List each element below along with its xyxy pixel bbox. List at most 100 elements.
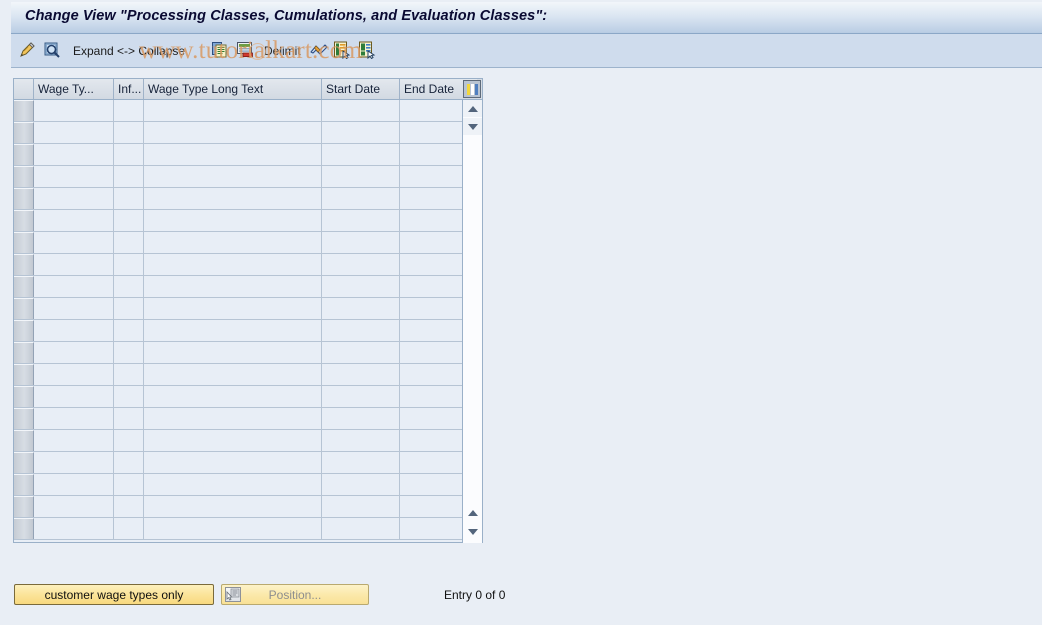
table-cell-wage_type[interactable] <box>34 496 114 517</box>
display-mode-button[interactable] <box>43 41 61 61</box>
table-vertical-scrollbar[interactable] <box>462 100 482 543</box>
table-cell-long_text[interactable] <box>144 254 322 275</box>
table-cell-long_text[interactable] <box>144 364 322 385</box>
table-cell-start_date[interactable] <box>322 474 400 495</box>
table-row[interactable] <box>14 298 482 320</box>
table-row[interactable] <box>14 100 482 122</box>
table-cell-long_text[interactable] <box>144 166 322 187</box>
scroll-up-button[interactable] <box>463 100 482 117</box>
table-cell-long_text[interactable] <box>144 430 322 451</box>
row-selector-cell[interactable] <box>14 496 34 517</box>
table-cell-wage_type[interactable] <box>34 320 114 341</box>
table-cell-inf[interactable] <box>114 474 144 495</box>
table-cell-wage_type[interactable] <box>34 144 114 165</box>
table-cell-wage_type[interactable] <box>34 276 114 297</box>
table-cell-long_text[interactable] <box>144 386 322 407</box>
table-cell-wage_type[interactable] <box>34 364 114 385</box>
table-row[interactable] <box>14 364 482 386</box>
table-cell-start_date[interactable] <box>322 100 400 121</box>
row-selector-cell[interactable] <box>14 452 34 473</box>
row-selector-cell[interactable] <box>14 144 34 165</box>
table-cell-inf[interactable] <box>114 430 144 451</box>
table-cell-inf[interactable] <box>114 210 144 231</box>
table-row[interactable] <box>14 408 482 430</box>
table-row[interactable] <box>14 166 482 188</box>
row-selector-cell[interactable] <box>14 408 34 429</box>
table-cell-long_text[interactable] <box>144 276 322 297</box>
table-row[interactable] <box>14 276 482 298</box>
table-cell-start_date[interactable] <box>322 386 400 407</box>
table-cell-inf[interactable] <box>114 320 144 341</box>
table-cell-long_text[interactable] <box>144 320 322 341</box>
table-row[interactable] <box>14 452 482 474</box>
table-cell-wage_type[interactable] <box>34 408 114 429</box>
table-cell-inf[interactable] <box>114 452 144 473</box>
table-cell-wage_type[interactable] <box>34 254 114 275</box>
table-cell-inf[interactable] <box>114 386 144 407</box>
table-cell-long_text[interactable] <box>144 518 322 539</box>
table-row[interactable] <box>14 386 482 408</box>
table-cell-start_date[interactable] <box>322 430 400 451</box>
table-cell-wage_type[interactable] <box>34 342 114 363</box>
row-selector-cell[interactable] <box>14 518 34 539</box>
table-cell-start_date[interactable] <box>322 210 400 231</box>
scroll-down-button[interactable] <box>463 118 482 135</box>
table-cell-inf[interactable] <box>114 364 144 385</box>
page-up-button[interactable] <box>463 504 482 521</box>
table-cell-inf[interactable] <box>114 144 144 165</box>
table-cell-wage_type[interactable] <box>34 100 114 121</box>
change-display-toggle-button[interactable] <box>18 41 36 61</box>
expand-collapse-button[interactable]: Expand <-> Collapse <box>73 41 185 61</box>
table-cell-long_text[interactable] <box>144 232 322 253</box>
row-selector-cell[interactable] <box>14 122 34 143</box>
table-cell-wage_type[interactable] <box>34 298 114 319</box>
table-cell-inf[interactable] <box>114 496 144 517</box>
table-cell-inf[interactable] <box>114 298 144 319</box>
table-cell-start_date[interactable] <box>322 518 400 539</box>
row-selector-cell[interactable] <box>14 298 34 319</box>
table-cell-long_text[interactable] <box>144 496 322 517</box>
table-cell-long_text[interactable] <box>144 342 322 363</box>
column-header-selector[interactable] <box>14 79 34 99</box>
table-cell-start_date[interactable] <box>322 408 400 429</box>
row-selector-cell[interactable] <box>14 232 34 253</box>
table-row[interactable] <box>14 320 482 342</box>
table-cell-start_date[interactable] <box>322 364 400 385</box>
table-cell-start_date[interactable] <box>322 276 400 297</box>
table-cell-wage_type[interactable] <box>34 188 114 209</box>
row-selector-cell[interactable] <box>14 386 34 407</box>
table-row[interactable] <box>14 254 482 276</box>
table-cell-start_date[interactable] <box>322 342 400 363</box>
table-row[interactable] <box>14 430 482 452</box>
table-cell-long_text[interactable] <box>144 100 322 121</box>
table-cell-long_text[interactable] <box>144 188 322 209</box>
table-cell-start_date[interactable] <box>322 122 400 143</box>
table-cell-start_date[interactable] <box>322 496 400 517</box>
table-cell-wage_type[interactable] <box>34 518 114 539</box>
row-selector-cell[interactable] <box>14 342 34 363</box>
table-row[interactable] <box>14 518 482 540</box>
page-down-button[interactable] <box>463 523 482 540</box>
table-cell-inf[interactable] <box>114 518 144 539</box>
row-selector-cell[interactable] <box>14 100 34 121</box>
row-selector-cell[interactable] <box>14 166 34 187</box>
table-cell-wage_type[interactable] <box>34 210 114 231</box>
undo-button[interactable] <box>309 41 329 61</box>
table-cell-long_text[interactable] <box>144 452 322 473</box>
table-cell-wage_type[interactable] <box>34 474 114 495</box>
table-cell-start_date[interactable] <box>322 188 400 209</box>
column-header-long-text[interactable]: Wage Type Long Text <box>144 79 322 99</box>
table-cell-long_text[interactable] <box>144 298 322 319</box>
table-cell-wage_type[interactable] <box>34 386 114 407</box>
table-cell-wage_type[interactable] <box>34 122 114 143</box>
table-cell-inf[interactable] <box>114 254 144 275</box>
row-selector-cell[interactable] <box>14 210 34 231</box>
table-cell-inf[interactable] <box>114 100 144 121</box>
table-cell-start_date[interactable] <box>322 254 400 275</box>
row-selector-cell[interactable] <box>14 188 34 209</box>
table-row[interactable] <box>14 210 482 232</box>
table-cell-inf[interactable] <box>114 166 144 187</box>
column-settings-icon[interactable] <box>463 80 481 98</box>
customer-wage-types-only-button[interactable]: customer wage types only <box>14 584 214 605</box>
copy-as-button[interactable] <box>211 41 229 61</box>
